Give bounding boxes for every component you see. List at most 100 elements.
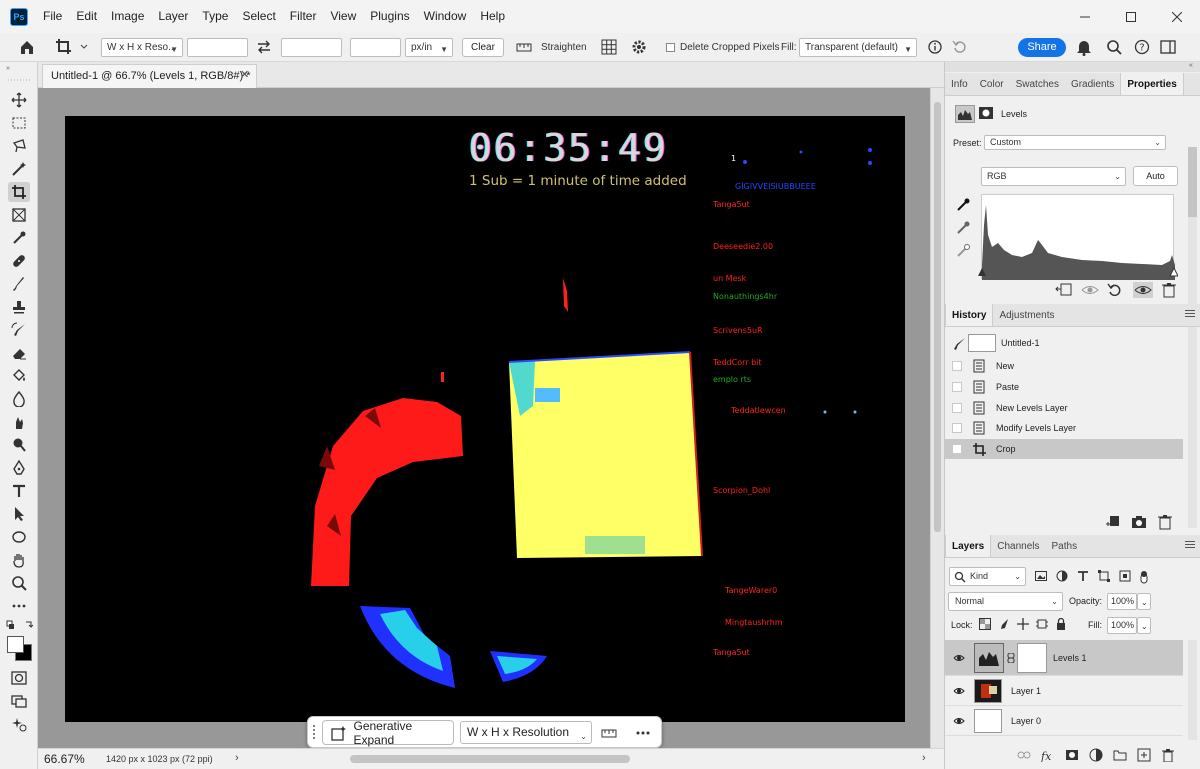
ellipse-tool[interactable] [8,527,30,547]
history-item[interactable]: Paste [945,377,1183,397]
lock-position-icon[interactable] [1017,618,1029,630]
tab-channels[interactable]: Channels [991,535,1045,557]
help-button[interactable]: ? [1134,38,1152,57]
levels-adjustment-icon[interactable] [955,105,975,123]
menu-edit[interactable]: Edit [69,0,104,33]
shape-filter-icon[interactable] [1098,570,1110,582]
fx-icon[interactable]: fx [1041,748,1055,762]
maximize-button[interactable] [1108,0,1154,33]
foreground-color-swatch[interactable] [7,636,24,653]
scroll-right-icon[interactable]: › [922,752,926,764]
new-adjustment-layer-icon[interactable] [1089,748,1103,762]
lasso-tool[interactable] [8,136,30,156]
smart-object-filter-icon[interactable] [1119,570,1131,582]
visibility-eye-icon[interactable] [953,686,965,696]
trash-icon[interactable] [1161,748,1175,762]
menu-filter[interactable]: Filter [283,0,324,33]
collapse-icon[interactable]: » [6,65,10,72]
delete-cropped-checkbox[interactable] [666,38,676,57]
layer-filter-dropdown[interactable]: Kind ⌄ [949,567,1026,586]
input-levels-slider[interactable] [978,266,1178,278]
smudge-tool[interactable] [8,412,30,432]
adjustment-filter-icon[interactable] [1056,570,1068,582]
reset-icon[interactable] [1107,282,1125,298]
crop-settings-button[interactable] [630,38,650,57]
brush-tool[interactable] [8,274,30,294]
straighten-taskbar-button[interactable] [600,724,620,742]
layer-row-layer-1[interactable]: Layer 1 [945,677,1183,706]
paint-bucket-tool[interactable] [8,366,30,386]
eyedropper-tool[interactable] [8,228,30,248]
history-item[interactable]: New Levels Layer [945,398,1183,418]
close-tab-icon[interactable]: ✕ [240,68,249,81]
zoom-tool[interactable] [8,573,30,593]
gray-point-eyedropper-icon[interactable] [955,220,971,236]
channel-dropdown[interactable]: RGB ⌄ [981,167,1126,186]
chevron-right-icon[interactable]: › [235,752,239,764]
menu-plugins[interactable]: Plugins [363,0,416,33]
path-selection-tool[interactable] [8,504,30,524]
history-item[interactable]: Modify Levels Layer [945,418,1183,438]
tab-history[interactable]: History [945,304,994,326]
panel-menu-icon[interactable] [1185,310,1195,319]
more-options-button[interactable] [634,724,654,742]
healing-brush-tool[interactable] [8,251,30,271]
generative-expand-button[interactable]: Generative Expand [322,719,454,747]
history-item-selected[interactable]: Crop [945,439,1183,459]
view-previous-state-icon[interactable] [1081,282,1099,298]
info-button[interactable] [927,38,945,57]
menu-file[interactable]: File [36,0,69,33]
clip-to-layer-icon[interactable] [1055,282,1073,298]
crop-tool[interactable] [8,182,30,202]
trash-icon[interactable] [1161,282,1177,298]
visibility-eye-icon[interactable] [1133,282,1153,298]
pixel-filter-icon[interactable] [1035,570,1047,582]
new-group-icon[interactable] [1113,748,1127,762]
frame-tool[interactable] [8,205,30,225]
menu-view[interactable]: View [323,0,363,33]
snapshot-thumbnail[interactable] [968,334,996,352]
straighten-label[interactable]: Straighten [541,38,587,57]
blend-mode-dropdown[interactable]: Normal ⌄ [948,592,1063,611]
menu-window[interactable]: Window [417,0,474,33]
visibility-eye-icon[interactable] [953,716,965,726]
clear-button[interactable]: Clear [462,38,504,57]
document-canvas[interactable]: 06:35:49 1 Sub = 1 minute of time added [65,116,905,722]
horizontal-scroll-thumb[interactable] [350,755,630,763]
camera-icon[interactable] [1131,514,1147,530]
resolution-unit-dropdown[interactable]: px/in ▼ [405,38,453,57]
close-window-button[interactable] [1154,0,1200,33]
zoom-level[interactable]: 66.67% [44,752,85,766]
lock-artboard-icon[interactable] [1036,618,1048,630]
lock-pixels-icon[interactable] [998,618,1010,630]
fill-dropdown[interactable]: Transparent (default) ▼ [799,38,917,57]
clone-stamp-tool[interactable] [8,297,30,317]
layer-row-layer-0[interactable]: Layer 0 [945,707,1183,736]
tab-untitled-1[interactable]: Untitled-1 @ 66.7% (Levels 1, RGB/8#) * [42,64,257,88]
eraser-tool[interactable] [8,343,30,363]
menu-help[interactable]: Help [473,0,512,33]
tab-color[interactable]: Color [974,73,1010,95]
ratio-preset-dropdown[interactable]: W x H x Reso... ▼ [101,38,183,57]
link-icon[interactable] [1007,653,1015,663]
canvas-area[interactable]: 06:35:49 1 Sub = 1 minute of time added [38,88,930,748]
magic-wand-tool[interactable] [8,159,30,179]
tab-paths[interactable]: Paths [1046,535,1084,557]
drag-handle-icon[interactable] [312,724,316,742]
menu-type[interactable]: Type [195,0,235,33]
taskbar-preset-dropdown[interactable]: W x H x Resolution ⌄ [460,721,592,744]
notifications-button[interactable] [1076,38,1094,57]
dodge-tool[interactable] [8,435,30,455]
reset-button[interactable] [952,38,970,57]
history-scrollbar[interactable] [1188,328,1197,528]
swap-dimensions-button[interactable] [256,38,274,57]
search-button[interactable] [1106,38,1124,57]
menu-image[interactable]: Image [104,0,151,33]
lock-transparent-icon[interactable] [979,618,991,630]
type-tool[interactable] [8,481,30,501]
black-point-eyedropper-icon[interactable] [955,197,971,213]
vertical-scrollbar[interactable] [930,88,944,748]
type-filter-icon[interactable] [1077,570,1089,582]
link-layers-icon[interactable] [1017,748,1031,762]
home-button[interactable] [18,38,38,57]
